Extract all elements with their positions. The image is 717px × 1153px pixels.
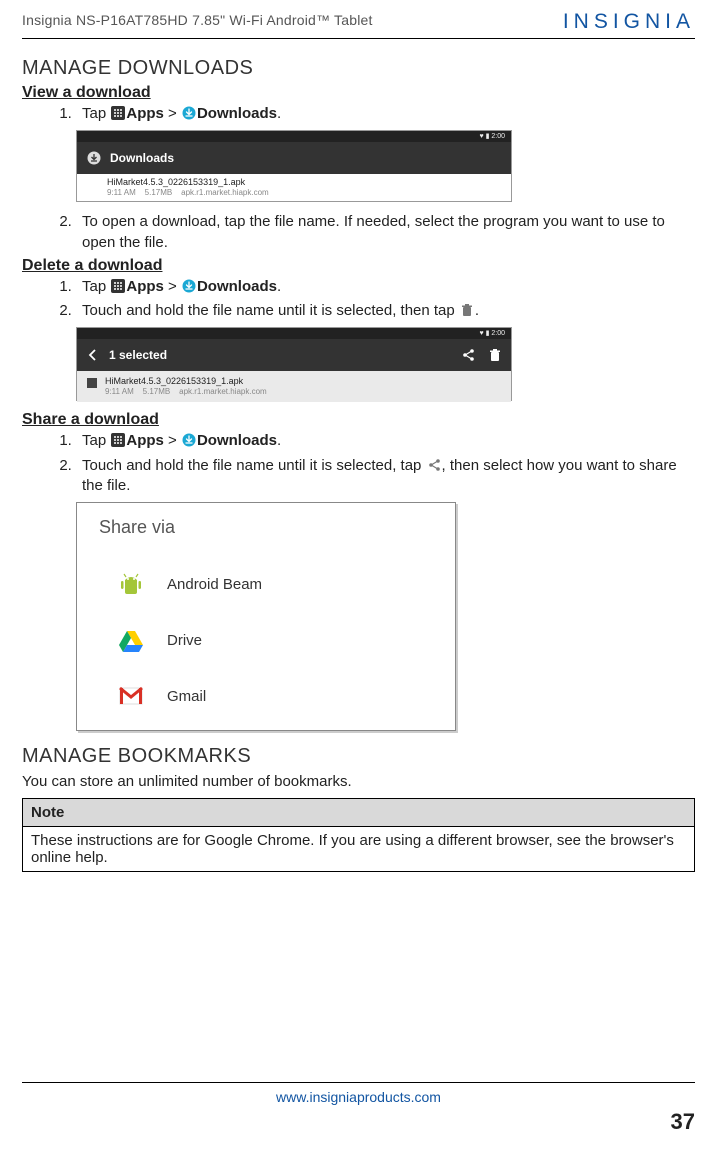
steps-delete-download: Tap Apps > Downloads. Touch and hold the… (70, 277, 695, 322)
trash-icon[interactable] (489, 348, 501, 362)
screenshot-selected: ♥ ▮ 2:00 1 selected HiMarket4.5.3_022615… (76, 327, 512, 401)
page-footer: www.insigniaproducts.com 37 (22, 1082, 695, 1135)
status-bar: ♥ ▮ 2:00 (77, 328, 511, 339)
trash-icon (460, 303, 474, 317)
download-circle-icon (182, 433, 196, 447)
download-circle-icon (182, 279, 196, 293)
apps-icon (111, 106, 125, 120)
screenshot-share-via: Share via Android Beam Drive Gmail (76, 502, 456, 731)
download-circle-icon (182, 106, 196, 120)
page-header: Insignia NS-P16AT785HD 7.85" Wi-Fi Andro… (22, 10, 695, 39)
share-option-drive[interactable]: Drive (97, 612, 455, 668)
section-manage-downloads: MANAGE DOWNLOADS (22, 57, 695, 80)
share-dialog-title: Share via (97, 517, 455, 538)
step-item: To open a download, tap the file name. I… (76, 212, 695, 253)
drive-icon (117, 626, 145, 654)
step-item: Touch and hold the file name until it is… (76, 301, 695, 321)
heading-delete-download: Delete a download (22, 257, 695, 275)
status-bar: ♥ ▮ 2:00 (77, 131, 511, 142)
android-icon (117, 570, 145, 598)
footer-url: www.insigniaproducts.com (22, 1089, 695, 1105)
step-item: Tap Apps > Downloads. (76, 431, 695, 451)
share-icon[interactable] (461, 348, 475, 362)
share-option-gmail[interactable]: Gmail (97, 668, 455, 724)
gmail-icon (117, 682, 145, 710)
steps-view-download-cont: To open a download, tap the file name. I… (70, 212, 695, 253)
step-item: Tap Apps > Downloads. (76, 104, 695, 124)
apps-icon (111, 279, 125, 293)
page-number: 37 (22, 1109, 695, 1135)
step-item: Tap Apps > Downloads. (76, 277, 695, 297)
note-label: Note (23, 799, 695, 827)
brand-logo: INSIGNIA (563, 10, 695, 34)
share-icon (427, 458, 441, 472)
heading-view-download: View a download (22, 84, 695, 102)
download-list-item-selected[interactable]: HiMarket4.5.3_0226153319_1.apk 9:11 AM 5… (77, 371, 511, 401)
screenshot-downloads: ♥ ▮ 2:00 Downloads HiMarket4.5.3_0226153… (76, 130, 512, 202)
checkbox-checked-icon[interactable] (87, 378, 97, 388)
downloads-app-header: Downloads (77, 142, 511, 174)
download-list-item[interactable]: HiMarket4.5.3_0226153319_1.apk 9:11 AM 5… (77, 174, 511, 200)
step-item: Touch and hold the file name until it is… (76, 456, 695, 497)
selection-toolbar: 1 selected (77, 339, 511, 371)
section-manage-bookmarks: MANAGE BOOKMARKS (22, 745, 695, 768)
heading-share-download: Share a download (22, 411, 695, 429)
share-option-android-beam[interactable]: Android Beam (97, 556, 455, 612)
note-body: These instructions are for Google Chrome… (23, 827, 695, 872)
back-arrow-icon[interactable] (87, 349, 99, 361)
product-title: Insignia NS-P16AT785HD 7.85" Wi-Fi Andro… (22, 10, 373, 28)
bookmarks-intro: You can store an unlimited number of boo… (22, 772, 695, 792)
download-circle-icon (87, 151, 101, 165)
note-box: Note These instructions are for Google C… (22, 798, 695, 872)
apps-icon (111, 433, 125, 447)
steps-share-download: Tap Apps > Downloads. Touch and hold the… (70, 431, 695, 496)
steps-view-download: Tap Apps > Downloads. (70, 104, 695, 124)
